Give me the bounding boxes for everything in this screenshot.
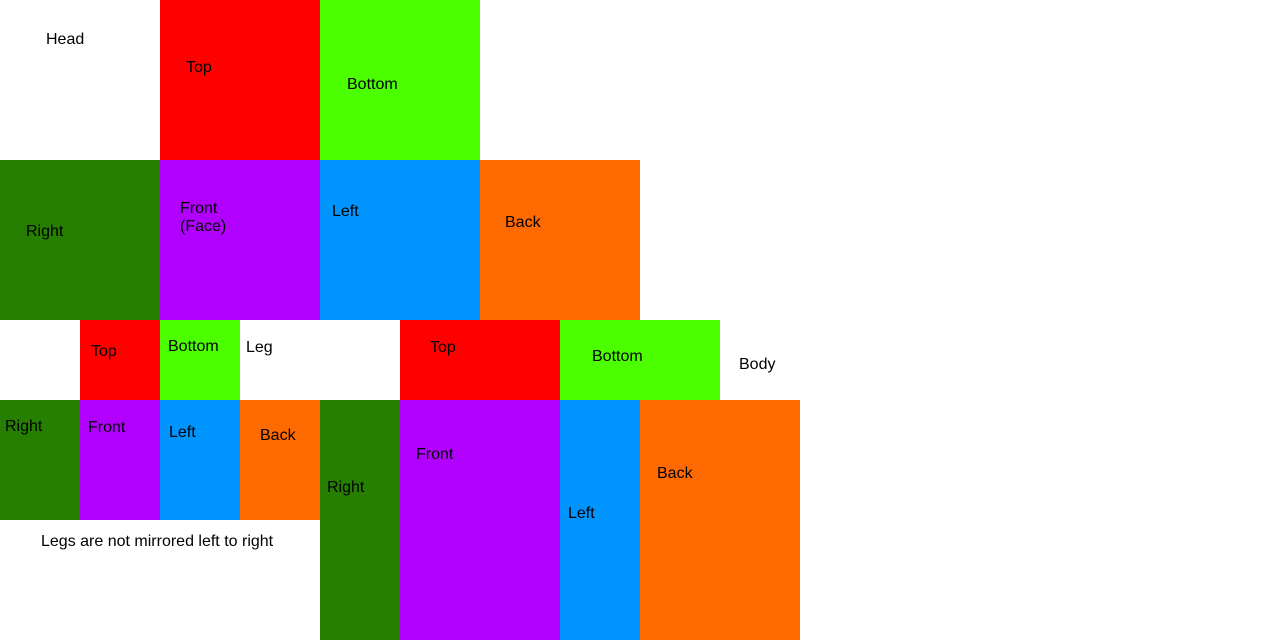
body-bottom-label: Bottom (592, 348, 643, 365)
leg-bottom-label: Bottom (168, 338, 219, 355)
head-back-face (480, 160, 640, 320)
body-front-label: Front (416, 446, 454, 463)
head-left-label: Left (332, 203, 359, 220)
head-title: Head (46, 31, 85, 48)
leg-top-label: Top (91, 343, 117, 360)
head-top-label: Top (186, 59, 212, 76)
head-front-face (160, 160, 320, 320)
head-bottom-label: Bottom (347, 76, 398, 93)
skin-template-canvas: Head Top Bottom Right Front (Face) Left … (0, 0, 1280, 640)
leg-front-face (80, 400, 160, 520)
leg-back-label: Back (260, 427, 296, 444)
head-front-label: Front (Face) (180, 200, 227, 235)
body-top-label: Top (430, 339, 456, 356)
leg-right-label: Right (5, 418, 43, 435)
leg-title: Leg (246, 339, 273, 356)
head-top-face (160, 0, 320, 160)
leg-left-label: Left (169, 424, 196, 441)
leg-mirror-note: Legs are not mirrored left to right (41, 533, 274, 550)
body-title: Body (739, 356, 776, 373)
body-top-face (400, 320, 560, 400)
head-right-face (0, 160, 160, 320)
head-back-label: Back (505, 214, 541, 231)
leg-left-face (160, 400, 240, 520)
body-front-face (400, 400, 560, 640)
leg-front-label: Front (88, 419, 126, 436)
body-back-face (640, 400, 800, 640)
leg-back-face (240, 400, 320, 520)
body-back-label: Back (657, 465, 693, 482)
head-left-face (320, 160, 480, 320)
head-bottom-face (320, 0, 480, 160)
head-right-label: Right (26, 223, 64, 240)
body-right-face (320, 400, 400, 640)
leg-bottom-face (160, 320, 240, 400)
body-left-label: Left (568, 505, 595, 522)
body-right-label: Right (327, 479, 365, 496)
